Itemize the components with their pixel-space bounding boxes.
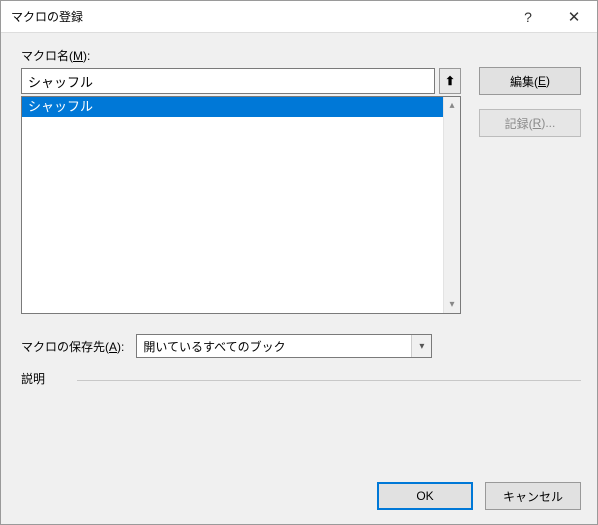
top-row: マクロ名(M): ⬆ シャッフル ▴ ▾ <box>21 47 581 314</box>
macro-name-input[interactable] <box>21 68 435 94</box>
left-column: マクロ名(M): ⬆ シャッフル ▴ ▾ <box>21 47 461 314</box>
description-row: 説明 <box>21 370 581 389</box>
dialog-window: マクロの登録 ? ✕ マクロ名(M): ⬆ <box>0 0 598 525</box>
macro-list-items: シャッフル <box>22 97 443 313</box>
record-button-label-suffix: )... <box>541 116 555 130</box>
listbox-scrollbar[interactable]: ▴ ▾ <box>443 97 460 313</box>
macro-name-label-key: M <box>73 49 83 63</box>
list-item-label: シャッフル <box>28 99 93 114</box>
assign-macro-button[interactable]: ⬆ <box>439 68 461 94</box>
dialog-client-area: マクロ名(M): ⬆ シャッフル ▴ ▾ <box>1 33 597 524</box>
edit-button-label-key: E <box>538 74 546 88</box>
save-in-label-prefix: マクロの保存先( <box>21 340 109 354</box>
macro-name-label-suffix: ): <box>83 49 90 63</box>
save-in-selected-text: 開いているすべてのブック <box>143 338 285 355</box>
ok-button[interactable]: OK <box>377 482 473 510</box>
ok-button-label: OK <box>416 489 433 503</box>
description-separator <box>77 380 581 381</box>
scroll-up-icon[interactable]: ▴ <box>444 97 461 114</box>
scroll-down-icon[interactable]: ▾ <box>444 296 461 313</box>
macro-name-label: マクロ名(M): <box>21 47 461 64</box>
close-button[interactable]: ✕ <box>551 1 597 33</box>
assign-arrow-icon: ⬆ <box>445 74 455 88</box>
close-icon: ✕ <box>568 8 581 26</box>
macro-listbox[interactable]: シャッフル ▴ ▾ <box>21 96 461 314</box>
title-bar: マクロの登録 ? ✕ <box>1 1 597 33</box>
list-item[interactable]: シャッフル <box>22 97 443 117</box>
save-in-label-suffix: ): <box>117 340 124 354</box>
save-in-select[interactable]: 開いているすべてのブック ▾ <box>136 334 432 358</box>
save-in-row: マクロの保存先(A): 開いているすべてのブック ▾ <box>21 334 581 358</box>
cancel-button[interactable]: キャンセル <box>485 482 581 510</box>
dialog-footer: OK キャンセル <box>21 472 581 510</box>
save-in-select-value: 開いているすべてのブック <box>136 334 432 358</box>
chevron-down-icon[interactable]: ▾ <box>411 335 431 357</box>
help-icon: ? <box>524 9 532 25</box>
macro-name-row: ⬆ <box>21 68 461 94</box>
record-button-label-key: R <box>533 116 542 130</box>
save-in-label-key: A <box>109 340 117 354</box>
help-button[interactable]: ? <box>505 1 551 33</box>
right-column: 編集(E) 記録(R)... <box>479 47 581 137</box>
record-button: 記録(R)... <box>479 109 581 137</box>
record-button-label-prefix: 記録( <box>505 115 533 132</box>
edit-button[interactable]: 編集(E) <box>479 67 581 95</box>
edit-button-label-suffix: ) <box>546 74 550 88</box>
macro-name-label-prefix: マクロ名( <box>21 49 73 63</box>
edit-button-label-prefix: 編集( <box>510 73 538 90</box>
window-title: マクロの登録 <box>11 8 505 25</box>
save-in-label: マクロの保存先(A): <box>21 338 124 355</box>
cancel-button-label: キャンセル <box>503 488 563 505</box>
description-label: 説明 <box>21 370 45 389</box>
